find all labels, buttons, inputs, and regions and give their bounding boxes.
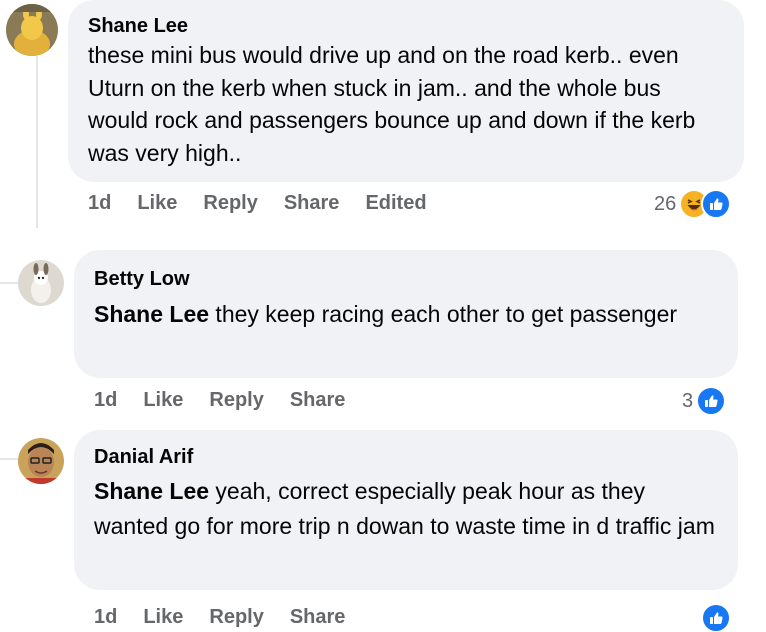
reaction-summary[interactable] <box>701 603 731 632</box>
mention-link[interactable]: Shane Lee <box>94 301 209 327</box>
comment-actions: 1d Like Reply Share <box>94 389 371 412</box>
like-button[interactable]: Like <box>137 192 177 215</box>
share-button[interactable]: Share <box>290 389 346 412</box>
comment-thread: Shane Lee these mini bus would drive up … <box>0 0 766 632</box>
mention-link[interactable]: Shane Lee <box>94 478 209 504</box>
reply-button[interactable]: Reply <box>203 192 257 215</box>
thread-line <box>36 56 38 228</box>
like-icon <box>701 189 732 219</box>
comment-author[interactable]: Shane Lee <box>88 13 724 39</box>
reaction-summary[interactable]: 26 <box>654 189 732 219</box>
comment-bubble: Danial Arif Shane Lee yeah, correct espe… <box>74 430 738 590</box>
reply-button[interactable]: Reply <box>209 606 263 629</box>
reaction-count: 3 <box>682 389 694 412</box>
reaction-summary[interactable]: 3 <box>682 386 727 416</box>
comment-actions: 1d Like Reply Share <box>94 606 371 629</box>
like-icon <box>701 603 731 632</box>
thread-connector <box>0 282 18 284</box>
comment-text: these mini bus would drive up and on the… <box>88 42 696 166</box>
share-button[interactable]: Share <box>284 192 340 215</box>
avatar[interactable] <box>18 260 64 306</box>
avatar[interactable] <box>18 438 64 484</box>
comment-bubble: Betty Low Shane Lee they keep racing eac… <box>74 250 738 378</box>
comment-text: Shane Lee they keep racing each other to… <box>94 301 678 327</box>
comment-author[interactable]: Betty Low <box>94 266 718 292</box>
comment-time[interactable]: 1d <box>94 606 117 629</box>
comment-actions: 1d Like Reply Share Edited <box>88 192 453 215</box>
like-button[interactable]: Like <box>143 606 183 629</box>
comment-text: Shane Lee yeah, correct especially peak … <box>94 478 715 539</box>
reaction-count: 26 <box>654 192 677 215</box>
share-button[interactable]: Share <box>290 606 346 629</box>
like-icon <box>696 386 727 416</box>
comment-bubble: Shane Lee these mini bus would drive up … <box>68 0 744 182</box>
avatar[interactable] <box>6 4 58 56</box>
thread-connector <box>0 458 18 460</box>
edited-label[interactable]: Edited <box>365 192 426 215</box>
like-button[interactable]: Like <box>143 389 183 412</box>
reply-button[interactable]: Reply <box>209 389 263 412</box>
comment-time[interactable]: 1d <box>94 389 117 412</box>
comment-time[interactable]: 1d <box>88 192 111 215</box>
comment-author[interactable]: Danial Arif <box>94 444 718 470</box>
